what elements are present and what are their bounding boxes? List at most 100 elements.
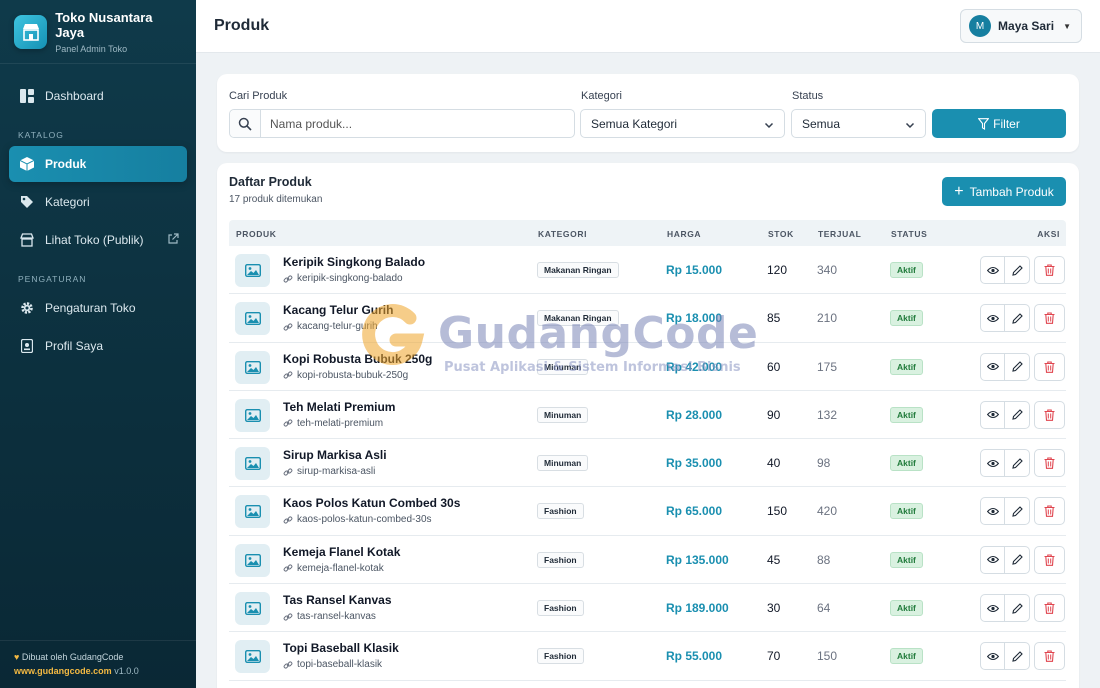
sidebar-item-profil-saya[interactable]: Profil Saya — [9, 328, 187, 364]
pencil-icon — [1011, 361, 1023, 372]
product-name[interactable]: Tas Ransel Kanvas — [283, 593, 392, 607]
box-icon — [19, 156, 35, 172]
edit-button[interactable] — [1005, 256, 1030, 284]
image-placeholder-icon — [235, 350, 270, 384]
column-header-terjual[interactable]: TERJUAL — [818, 229, 861, 239]
gear-icon — [19, 300, 35, 316]
edit-button[interactable] — [1005, 642, 1030, 671]
search-label: Cari Produk — [229, 90, 288, 102]
category-badge: Makanan Ringan — [537, 310, 619, 327]
category-select[interactable]: Semua Kategori — [580, 109, 785, 138]
view-button[interactable] — [980, 400, 1005, 429]
search-input[interactable] — [261, 110, 574, 137]
product-name[interactable]: Topi Baseball Klasik — [283, 641, 399, 655]
row-actions — [980, 497, 1065, 526]
tags-icon — [19, 194, 35, 210]
column-header-kategori[interactable]: KATEGORI — [538, 229, 587, 239]
column-header-status[interactable]: STATUS — [891, 229, 927, 239]
external-link-icon — [167, 233, 179, 248]
add-product-button[interactable]: + Tambah Produk — [942, 177, 1066, 206]
pencil-icon — [1011, 554, 1023, 565]
footer-credit-line: ♥ Dibuat oleh GudangCode — [14, 652, 182, 662]
delete-button[interactable] — [1034, 304, 1065, 333]
trash-icon — [1044, 602, 1055, 614]
link-icon — [283, 371, 293, 379]
view-button[interactable] — [980, 256, 1005, 284]
row-actions — [980, 545, 1065, 574]
chevron-down-icon — [905, 119, 915, 133]
product-name[interactable]: Keripik Singkong Balado — [283, 255, 425, 269]
row-actions — [980, 256, 1065, 284]
eye-icon — [986, 266, 999, 274]
edit-button[interactable] — [1005, 545, 1030, 574]
status-badge: Aktif — [890, 551, 923, 568]
footer-credit: Dibuat oleh GudangCode — [21, 652, 124, 662]
view-button[interactable] — [980, 449, 1005, 478]
edit-button[interactable] — [1005, 449, 1030, 478]
view-button[interactable] — [980, 352, 1005, 381]
status-badge: Aktif — [890, 503, 923, 520]
sidebar-item-label: Pengaturan Toko — [45, 301, 136, 315]
dashboard-icon — [19, 88, 35, 104]
delete-button[interactable] — [1034, 594, 1065, 623]
sidebar-item-label: Produk — [45, 157, 87, 171]
search-field[interactable] — [229, 109, 575, 138]
delete-button[interactable] — [1034, 497, 1065, 526]
sidebar-item-label: Dashboard — [45, 89, 104, 103]
search-icon — [230, 110, 261, 137]
sidebar-item-kategori[interactable]: Kategori — [9, 184, 187, 220]
status-select-value: Semua — [802, 116, 841, 131]
edit-button[interactable] — [1005, 594, 1030, 623]
edit-button[interactable] — [1005, 352, 1030, 381]
image-placeholder-icon — [235, 398, 270, 432]
status-label: Status — [792, 90, 824, 102]
sidebar-item-pengaturan-toko[interactable]: Pengaturan Toko — [9, 290, 187, 326]
trash-icon — [1044, 312, 1055, 325]
sidebar-item-dashboard[interactable]: Dashboard — [9, 78, 187, 114]
product-name[interactable]: Kacang Telur Gurih — [283, 303, 393, 317]
edit-button[interactable] — [1005, 400, 1030, 429]
column-header-produk[interactable]: PRODUK — [236, 229, 276, 239]
product-sold: 210 — [817, 311, 838, 326]
view-button[interactable] — [980, 497, 1005, 526]
product-price: Rp 65.000 — [666, 504, 723, 519]
product-name[interactable]: Kopi Robusta Bubuk 250g — [283, 352, 432, 366]
product-name[interactable]: Kemeja Flanel Kotak — [283, 545, 400, 559]
brand[interactable]: Toko Nusantara Jaya Panel Admin Toko — [0, 0, 196, 64]
edit-button[interactable] — [1005, 497, 1030, 526]
delete-button[interactable] — [1034, 642, 1065, 671]
delete-button[interactable] — [1034, 545, 1065, 574]
row-actions — [980, 304, 1065, 333]
delete-button[interactable] — [1034, 400, 1065, 429]
table-row: Kemeja Flanel Kotak kemeja-flanel-kotak … — [229, 536, 1066, 585]
product-name[interactable]: Teh Melati Premium — [283, 400, 395, 414]
product-name[interactable]: Kaos Polos Katun Combed 30s — [283, 496, 460, 510]
product-stock: 30 — [767, 601, 781, 616]
product-name[interactable]: Sirup Markisa Asli — [283, 448, 387, 462]
row-actions — [980, 352, 1065, 381]
chevron-down-icon — [764, 119, 774, 133]
footer-site-link[interactable]: www.gudangcode.com — [14, 666, 112, 676]
plus-icon: + — [954, 182, 964, 200]
view-button[interactable] — [980, 545, 1005, 574]
column-header-harga[interactable]: HARGA — [667, 229, 701, 239]
eye-icon — [986, 411, 999, 419]
trash-icon — [1044, 505, 1055, 518]
trash-icon — [1044, 264, 1055, 276]
view-button[interactable] — [980, 642, 1005, 671]
filter-button[interactable]: Filter — [932, 109, 1066, 138]
column-header-stok[interactable]: STOK — [768, 229, 794, 239]
sidebar: Toko Nusantara Jaya Panel Admin Toko Das… — [0, 0, 196, 688]
link-icon — [283, 661, 293, 669]
sidebar-item-produk[interactable]: Produk — [9, 146, 187, 182]
id-badge-icon — [19, 338, 35, 354]
edit-button[interactable] — [1005, 304, 1030, 333]
view-button[interactable] — [980, 304, 1005, 333]
delete-button[interactable] — [1034, 352, 1065, 381]
view-button[interactable] — [980, 594, 1005, 623]
status-select[interactable]: Semua — [791, 109, 926, 138]
delete-button[interactable] — [1034, 449, 1065, 478]
delete-button[interactable] — [1034, 256, 1065, 284]
user-menu-button[interactable]: M Maya Sari ▼ — [960, 9, 1082, 43]
sidebar-item-lihat-toko[interactable]: Lihat Toko (Publik) — [9, 222, 187, 258]
